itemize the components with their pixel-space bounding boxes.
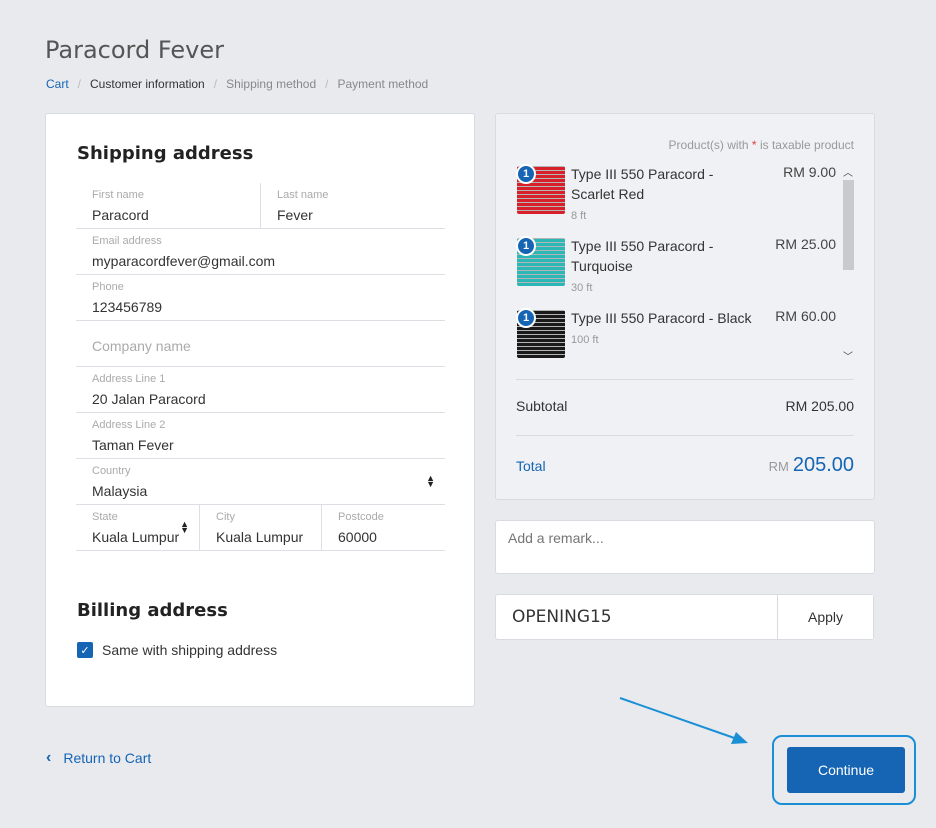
summary-divider xyxy=(516,379,854,380)
address-line-2-value: Taman Fever xyxy=(92,437,174,453)
continue-button[interactable]: Continue xyxy=(787,747,905,793)
address-line-1-field[interactable]: Address Line 1 20 Jalan Paracord xyxy=(76,367,445,412)
subtotal-value: RM 205.00 xyxy=(785,398,854,414)
breadcrumb-shipping-method: Shipping method xyxy=(226,77,317,91)
same-as-shipping-checkbox-row[interactable]: ✓ Same with shipping address xyxy=(77,642,277,658)
address-line-1-label: Address Line 1 xyxy=(92,373,166,385)
email-value: myparacordfever@gmail.com xyxy=(92,253,276,269)
customer-info-card: Shipping address First name Paracord Las… xyxy=(45,113,475,707)
phone-label: Phone xyxy=(92,281,124,293)
scroll-up-icon[interactable]: ︿ xyxy=(843,164,853,179)
company-name-field[interactable]: Company name xyxy=(76,321,445,366)
items-scrollbar[interactable]: ︿ ﹀ xyxy=(840,164,854,364)
scroll-thumb[interactable] xyxy=(843,180,854,270)
summary-divider xyxy=(516,435,854,436)
breadcrumb-separator: / xyxy=(213,77,218,91)
taxable-note-prefix: Product(s) with xyxy=(668,138,749,152)
phone-field[interactable]: Phone 123456789 xyxy=(76,275,445,320)
shipping-form: First name Paracord Last name Fever Emai… xyxy=(76,183,445,551)
company-name-placeholder: Company name xyxy=(92,338,191,354)
quantity-badge: 1 xyxy=(516,164,536,184)
pointer-arrow-icon xyxy=(619,697,748,744)
address-line-2-field[interactable]: Address Line 2 Taman Fever xyxy=(76,413,445,458)
last-name-value: Fever xyxy=(277,207,313,223)
address-line-2-label: Address Line 2 xyxy=(92,419,166,431)
same-as-shipping-label: Same with shipping address xyxy=(102,642,278,658)
first-name-label: First name xyxy=(92,189,144,201)
breadcrumb-separator: / xyxy=(77,77,82,91)
breadcrumb-cart[interactable]: Cart xyxy=(46,77,69,91)
state-select[interactable]: State Kuala Lumpur ▲ ▼ xyxy=(76,505,199,550)
country-value: Malaysia xyxy=(92,483,148,499)
last-name-label: Last name xyxy=(277,189,329,201)
city-value: Kuala Lumpur xyxy=(216,529,304,545)
item-variant: 100 ft xyxy=(571,334,599,346)
remark-input[interactable] xyxy=(495,520,875,574)
coupon-form: Apply xyxy=(495,594,874,640)
total-value: RM 205.00 xyxy=(769,454,854,477)
select-arrows-icon: ▲ ▼ xyxy=(180,519,189,535)
item-price: RM 60.00 xyxy=(775,308,836,324)
item-price: RM 9.00 xyxy=(783,164,836,180)
phone-value: 123456789 xyxy=(92,299,163,315)
taxable-note: Product(s) with * is taxable product xyxy=(669,138,854,152)
first-name-value: Paracord xyxy=(92,207,149,223)
total-label: Total xyxy=(516,458,546,474)
country-label: Country xyxy=(92,465,131,477)
city-label: City xyxy=(216,511,235,523)
store-title: Paracord Fever xyxy=(45,36,224,64)
email-field[interactable]: Email address myparacordfever@gmail.com xyxy=(76,229,445,274)
return-to-cart-label: Return to Cart xyxy=(63,750,152,766)
item-name: Type III 550 Paracord - Turquoise xyxy=(571,238,714,274)
breadcrumb: Cart / Customer information / Shipping m… xyxy=(46,77,428,91)
postcode-field[interactable]: Postcode 60000 xyxy=(321,505,445,550)
postcode-value: 60000 xyxy=(338,529,377,545)
cart-items-list: 1 Type III 550 Paracord - Scarlet Red 8 … xyxy=(516,164,854,364)
item-price: RM 25.00 xyxy=(775,236,836,252)
item-variant: 30 ft xyxy=(571,282,593,294)
return-to-cart-link[interactable]: ‹ Return to Cart xyxy=(46,749,151,767)
postcode-label: Postcode xyxy=(338,511,384,523)
email-label: Email address xyxy=(92,235,162,247)
first-name-field[interactable]: First name Paracord xyxy=(76,183,260,228)
item-name: Type III 550 Paracord - Black xyxy=(571,310,752,326)
address-line-1-value: 20 Jalan Paracord xyxy=(92,391,206,407)
subtotal-label: Subtotal xyxy=(516,398,568,414)
breadcrumb-separator: / xyxy=(325,77,329,91)
breadcrumb-customer-information: Customer information xyxy=(90,77,205,91)
total-amount: 205.00 xyxy=(792,454,854,476)
quantity-badge: 1 xyxy=(516,236,536,256)
item-name: Type III 550 Paracord - Scarlet Red xyxy=(571,166,714,202)
item-variant: 8 ft xyxy=(571,210,587,222)
quantity-badge: 1 xyxy=(516,308,536,328)
last-name-field[interactable]: Last name Fever xyxy=(260,183,445,228)
scroll-down-icon[interactable]: ﹀ xyxy=(843,348,853,363)
coupon-code-input[interactable] xyxy=(496,595,777,639)
select-arrows-icon: ▲ ▼ xyxy=(426,473,435,489)
same-as-shipping-checkbox[interactable]: ✓ xyxy=(77,642,93,658)
order-summary: Product(s) with * is taxable product 1 T… xyxy=(495,113,875,500)
taxable-star: * xyxy=(751,138,757,152)
country-select[interactable]: Country Malaysia ▲ ▼ xyxy=(76,459,445,504)
shipping-address-title: Shipping address xyxy=(77,143,254,164)
city-field[interactable]: City Kuala Lumpur xyxy=(199,505,321,550)
breadcrumb-payment-method: Payment method xyxy=(337,77,429,91)
chevron-left-icon: ‹ xyxy=(46,749,52,766)
total-currency: RM xyxy=(768,459,789,474)
billing-address-title: Billing address xyxy=(77,600,228,621)
taxable-note-suffix: is taxable product xyxy=(759,138,854,152)
apply-coupon-button[interactable]: Apply xyxy=(777,595,873,639)
